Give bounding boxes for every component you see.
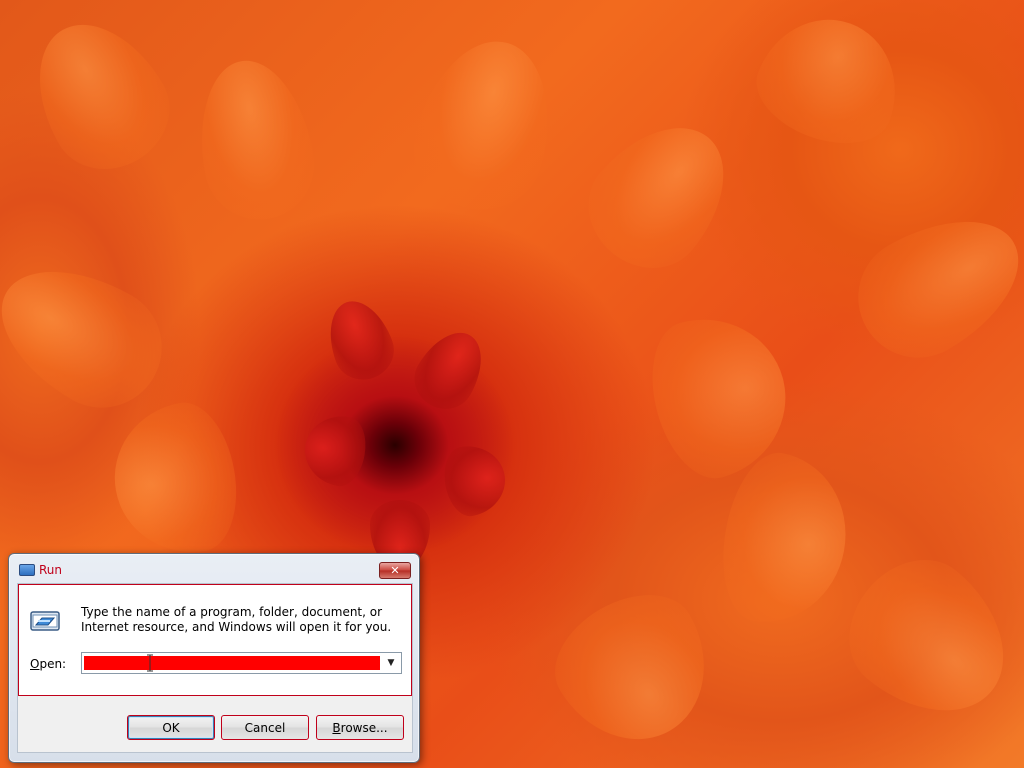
wallpaper-petal — [299, 410, 371, 490]
wallpaper-petal — [186, 51, 324, 229]
run-program-icon — [30, 611, 60, 631]
wallpaper-petal — [102, 395, 248, 565]
close-button[interactable]: ✕ — [379, 562, 411, 579]
wallpaper-petal — [0, 240, 184, 430]
close-icon: ✕ — [390, 564, 400, 577]
wallpaper-petal — [318, 292, 402, 388]
ok-button[interactable]: OK — [127, 715, 215, 740]
browse-rest: rowse... — [340, 721, 388, 735]
wallpaper-petal — [10, 0, 190, 190]
wallpaper-petal — [743, 0, 917, 161]
open-combobox[interactable]: ▼ — [81, 652, 402, 674]
dialog-title: Run — [39, 563, 63, 577]
wallpaper-petal — [535, 571, 735, 768]
open-label: Open: — [30, 657, 66, 671]
cancel-button[interactable]: Cancel — [221, 715, 309, 740]
text-cursor-icon — [147, 654, 153, 672]
browse-button[interactable]: Browse... — [316, 715, 404, 740]
titlebar[interactable]: Run ✕ — [9, 554, 419, 584]
open-input[interactable] — [84, 656, 380, 670]
wallpaper-petal — [404, 320, 496, 420]
dialog-client-area: Type the name of a program, folder, docu… — [17, 583, 413, 753]
wallpaper-petal — [823, 534, 1024, 746]
chevron-down-icon[interactable]: ▼ — [382, 654, 400, 672]
wallpaper-petal — [836, 190, 1024, 380]
run-window-icon — [19, 564, 35, 576]
open-label-rest: pen: — [39, 657, 67, 671]
content-panel: Type the name of a program, folder, docu… — [18, 584, 412, 696]
wallpaper-petal — [565, 98, 755, 292]
wallpaper-petal — [439, 440, 511, 520]
run-dialog: Run ✕ Type the name of a program, folder… — [8, 553, 420, 763]
browse-accel: B — [332, 721, 341, 735]
instruction-text: Type the name of a program, folder, docu… — [81, 605, 392, 634]
wallpaper-petal — [711, 445, 859, 635]
wallpaper-petal — [400, 26, 570, 224]
